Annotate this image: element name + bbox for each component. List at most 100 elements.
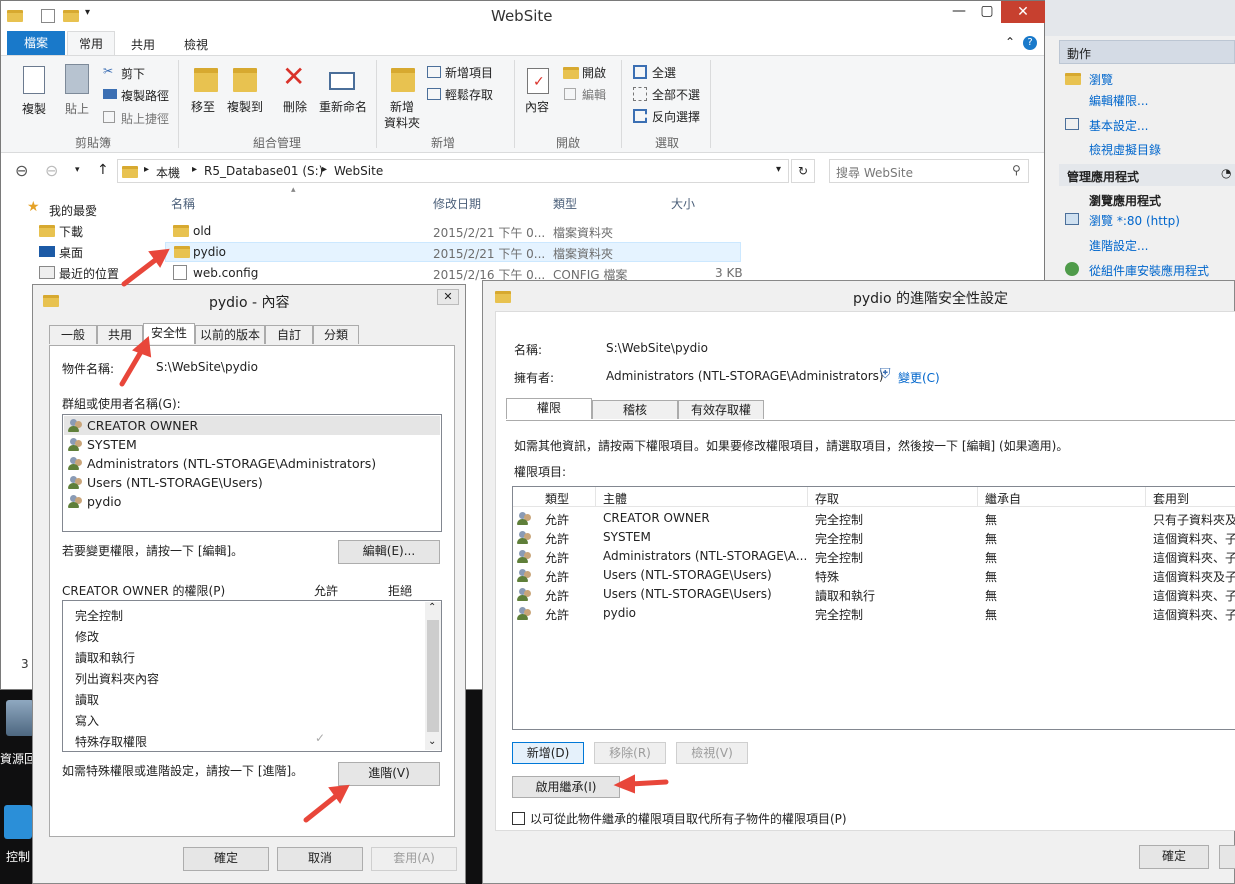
ok-button[interactable]: 確定 [183, 847, 269, 871]
view-button[interactable]: 檢視(V) [676, 742, 748, 764]
user-item[interactable]: Users (NTL-STORAGE\Users) [87, 475, 263, 490]
up-button[interactable]: ↑ [97, 162, 109, 178]
open-button[interactable]: 開啟 [582, 64, 606, 81]
tab-auditing[interactable]: 稽核 [592, 400, 678, 419]
delete-button[interactable]: 刪除 [283, 98, 307, 115]
recycle-bin-icon[interactable] [6, 700, 34, 736]
new-folder-button[interactable]: 新增 [390, 98, 414, 115]
breadcrumb-website[interactable]: WebSite [334, 164, 383, 178]
tab-share[interactable]: 共用 [131, 36, 155, 53]
nav-favorites[interactable]: 我的最愛 [49, 202, 97, 219]
minimize-icon[interactable]: — [945, 3, 973, 19]
scroll-down-icon[interactable]: ⌄ [428, 736, 436, 747]
edit-button[interactable]: 編輯 [582, 86, 606, 103]
col-type[interactable]: 類型 [545, 490, 569, 507]
tab-home[interactable]: 常用 [67, 31, 115, 56]
table-row[interactable]: 允許 CREATOR OWNER 完全控制 無 只有子資料夾及 [513, 509, 1235, 528]
apply-button[interactable]: 套用(A) [371, 847, 457, 871]
ok-button[interactable]: 確定 [1139, 845, 1209, 869]
enable-inheritance-button[interactable]: 啟用繼承(I) [512, 776, 620, 798]
paste-button[interactable]: 貼上 [65, 100, 89, 117]
table-row[interactable]: 允許 Users (NTL-STORAGE\Users) 特殊 無 這個資料夾及… [513, 566, 1235, 585]
new-item-button[interactable]: 新增項目 [445, 64, 493, 81]
tab-general[interactable]: 一般 [49, 325, 97, 344]
table-row[interactable]: 允許 Administrators (NTL-STORAGE\A... 完全控制… [513, 547, 1235, 566]
tab-security[interactable]: 安全性 [143, 323, 195, 344]
user-item[interactable]: CREATOR OWNER [87, 418, 198, 433]
new-folder-button-line2[interactable]: 資料夾 [384, 114, 420, 131]
user-item[interactable]: pydio [87, 494, 121, 509]
invert-selection-button[interactable]: 反向選擇 [652, 108, 700, 125]
remove-button[interactable]: 移除(R) [594, 742, 666, 764]
maximize-icon[interactable]: ▢ [973, 3, 1001, 19]
tab-view[interactable]: 檢視 [184, 36, 208, 53]
close-button[interactable]: ✕ [1001, 1, 1045, 23]
scroll-thumb[interactable] [427, 620, 439, 732]
tab-classification[interactable]: 分類 [313, 325, 359, 344]
back-button[interactable]: ⊖ [15, 161, 28, 180]
table-row[interactable]: 允許 SYSTEM 完全控制 無 這個資料夾、子 [513, 528, 1235, 547]
move-to-button[interactable]: 移至 [191, 98, 215, 115]
tab-file[interactable]: 檔案 [7, 31, 65, 55]
nav-recent[interactable]: 最近的位置 [59, 265, 119, 282]
copy-to-button[interactable]: 複製到 [227, 98, 263, 115]
install-gallery-link[interactable]: 從組件庫安裝應用程式 [1089, 262, 1209, 279]
nav-downloads[interactable]: 下載 [59, 223, 83, 240]
user-item[interactable]: Administrators (NTL-STORAGE\Administrato… [87, 456, 376, 471]
add-button[interactable]: 新增(D) [512, 742, 584, 764]
col-access[interactable]: 存取 [815, 490, 839, 507]
replace-child-checkbox[interactable] [512, 812, 525, 825]
table-row[interactable]: 允許 Users (NTL-STORAGE\Users) 讀取和執行 無 這個資… [513, 585, 1235, 604]
column-date[interactable]: 修改日期 [433, 195, 481, 212]
cancel-button[interactable]: 取消 [277, 847, 363, 871]
copy-icon[interactable] [23, 66, 45, 94]
col-applies-to[interactable]: 套用到 [1153, 490, 1189, 507]
customize-qat-icon[interactable]: ▾ [85, 7, 90, 18]
col-inherited[interactable]: 繼承自 [985, 490, 1021, 507]
tab-previous-versions[interactable]: 以前的版本 [195, 325, 265, 344]
change-owner-link[interactable]: 變更(C) [898, 369, 940, 386]
new-folder-quick-icon[interactable] [63, 10, 79, 22]
file-row[interactable]: old 2015/2/21 下午 0... 檔案資料夾 [165, 221, 741, 241]
cancel-button-partial[interactable] [1219, 845, 1235, 869]
paste-shortcut-button[interactable]: 貼上捷徑 [121, 110, 169, 127]
users-listbox[interactable]: CREATOR OWNER SYSTEM Administrators (NTL… [62, 414, 442, 532]
copy-button[interactable]: 複製 [22, 100, 46, 117]
column-size[interactable]: 大小 [671, 195, 695, 212]
scrollbar[interactable]: ⌃ ⌄ [425, 602, 441, 750]
tab-permissions[interactable]: 權限 [506, 398, 592, 419]
properties-button[interactable]: 內容 [525, 98, 549, 115]
address-bar[interactable]: ▸ 本機 ▸ R5_Database01 (S:) ▸ WebSite ▾ [117, 159, 789, 183]
user-item[interactable]: SYSTEM [87, 437, 137, 452]
paste-icon[interactable] [65, 64, 89, 94]
advanced-settings-link[interactable]: 進階設定... [1089, 237, 1148, 254]
search-input[interactable]: 搜尋 WebSite ⚲ [829, 159, 1029, 183]
scroll-up-icon[interactable]: ⌃ [428, 602, 436, 613]
rename-button[interactable]: 重新命名 [319, 98, 367, 115]
address-dropdown-icon[interactable]: ▾ [776, 164, 781, 175]
manage-app-collapse-icon[interactable]: ◔ [1221, 166, 1231, 180]
properties-quick-icon[interactable] [41, 9, 55, 23]
easy-access-button[interactable]: 輕鬆存取 [445, 86, 493, 103]
breadcrumb-this-pc[interactable]: 本機 [156, 164, 180, 181]
file-row-selected[interactable]: pydio 2015/2/21 下午 0... 檔案資料夾 [165, 242, 741, 262]
copy-path-button[interactable]: 複製路徑 [121, 87, 169, 104]
select-none-button[interactable]: 全部不選 [652, 86, 700, 103]
breadcrumb-drive[interactable]: R5_Database01 (S:) [204, 164, 323, 178]
refresh-button[interactable]: ↻ [791, 159, 815, 183]
basic-settings-link[interactable]: 基本設定... [1089, 117, 1148, 134]
recent-dropdown-icon[interactable]: ▾ [75, 165, 80, 175]
ribbon-collapse-icon[interactable]: ⌃ [1005, 35, 1015, 49]
tab-effective-access[interactable]: 有效存取權 [678, 400, 764, 419]
column-type[interactable]: 類型 [553, 195, 577, 212]
nav-desktop[interactable]: 桌面 [59, 244, 83, 261]
help-icon[interactable]: ? [1023, 36, 1037, 50]
select-all-button[interactable]: 全選 [652, 64, 676, 81]
dialog-close-button[interactable]: ✕ [437, 289, 459, 305]
browse-link[interactable]: 瀏覽 [1089, 71, 1113, 88]
edit-permissions-button[interactable]: 編輯(E)... [338, 540, 440, 564]
table-row[interactable]: 允許 pydio 完全控制 無 這個資料夾、子 [513, 604, 1235, 623]
view-vdirs-link[interactable]: 檢視虛擬目錄 [1089, 141, 1161, 158]
column-name[interactable]: 名稱 [171, 195, 195, 212]
forward-button[interactable]: ⊖ [45, 161, 58, 180]
